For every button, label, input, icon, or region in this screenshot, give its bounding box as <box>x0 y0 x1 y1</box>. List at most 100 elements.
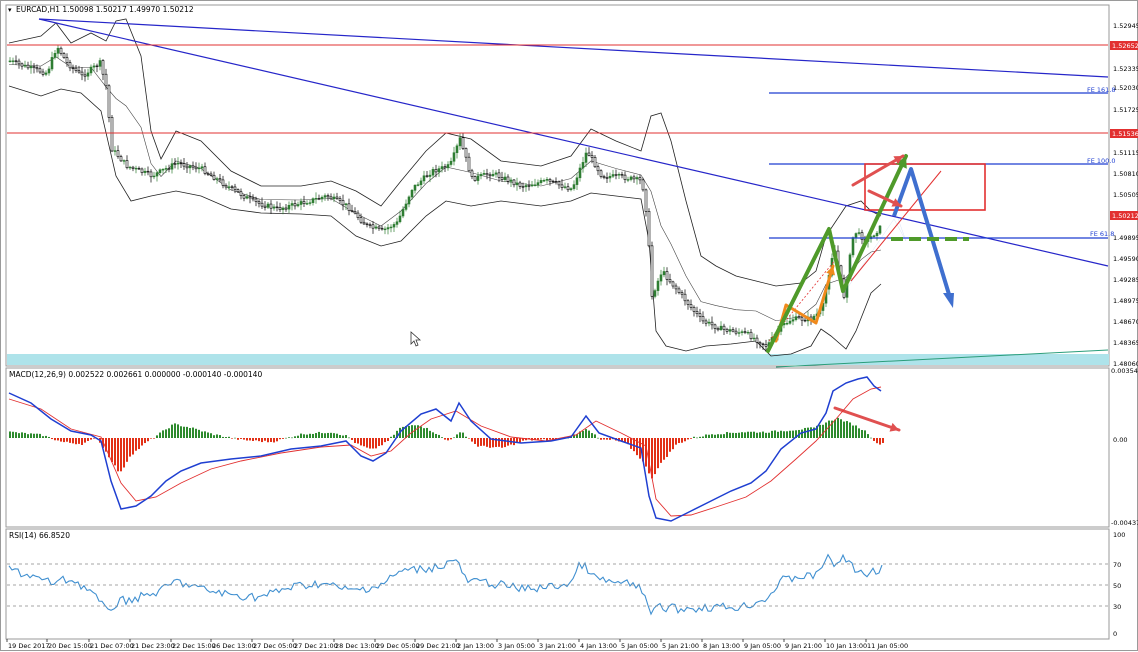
macd-panel[interactable] <box>6 368 1109 527</box>
macd-hist-negative <box>54 438 56 440</box>
macd-hist-positive <box>441 437 443 438</box>
candle-body <box>66 58 68 63</box>
candle-body <box>336 197 338 199</box>
macd-hist-positive <box>804 428 806 438</box>
macd-hist-positive <box>822 425 824 438</box>
macd-hist-positive <box>720 434 722 438</box>
candle-body <box>348 204 350 211</box>
macd-hist-positive <box>435 434 437 438</box>
macd-hist-positive <box>345 435 347 438</box>
macd-hist-positive <box>327 433 329 438</box>
macd-hist-positive <box>408 426 410 438</box>
macd-hist-positive <box>768 433 770 438</box>
candle-body <box>720 326 722 330</box>
candle-body <box>51 57 53 69</box>
macd-hist-negative <box>684 438 686 441</box>
candle-body <box>792 320 794 321</box>
candle-body <box>69 63 71 68</box>
candle-body <box>645 190 647 211</box>
macd-hist-negative <box>78 438 80 444</box>
candle-body <box>234 187 236 190</box>
time-label: 8 Jan 13:00 <box>703 642 740 650</box>
macd-hist-negative <box>645 438 647 467</box>
macd-hist-negative <box>360 438 362 445</box>
macd-hist-positive <box>459 432 461 438</box>
candle-body <box>477 176 479 181</box>
price-tag-label: 1.50212 <box>1112 212 1138 220</box>
candle-body <box>210 174 212 175</box>
macd-hist-negative <box>246 438 248 441</box>
candle-body <box>147 171 149 172</box>
candle-body <box>297 205 299 206</box>
candle-body <box>279 207 281 209</box>
macd-hist-negative <box>114 438 116 465</box>
candle-body <box>225 185 227 187</box>
macd-hist-positive <box>753 432 755 438</box>
candle-body <box>576 178 578 185</box>
candle-body <box>171 164 173 169</box>
rsi-scale-label: 30 <box>1113 603 1121 611</box>
macd-hist-positive <box>423 428 425 438</box>
macd-hist-negative <box>648 438 650 473</box>
candle-body <box>246 197 248 199</box>
candle-body <box>33 66 35 67</box>
candle-body <box>678 289 680 293</box>
candle-body <box>351 210 353 211</box>
candle-body <box>759 342 761 343</box>
macd-hist-positive <box>735 433 737 438</box>
macd-hist-positive <box>726 432 728 438</box>
candle-body <box>288 205 290 209</box>
candle-body <box>174 164 176 165</box>
candle-body <box>63 54 65 58</box>
candle-body <box>114 151 116 152</box>
candle-body <box>432 169 434 175</box>
candle-body <box>549 179 551 181</box>
candle-body <box>714 325 716 329</box>
candle-body <box>750 332 752 338</box>
macd-hist-positive <box>732 433 734 438</box>
candle-body <box>423 176 425 181</box>
macd-hist-positive <box>744 432 746 438</box>
macd-hist-positive <box>738 433 740 438</box>
fib-label-61: FE 61.8 <box>1090 230 1114 238</box>
macd-hist-negative <box>267 438 269 442</box>
price-tag-label: 1.51536 <box>1112 130 1138 138</box>
macd-hist-positive <box>165 429 167 438</box>
macd-hist-positive <box>168 428 170 438</box>
candle-body <box>663 271 665 274</box>
candle-body <box>852 238 854 255</box>
candle-body <box>525 186 527 187</box>
rsi-line <box>9 555 882 614</box>
macd-hist-positive <box>759 432 761 438</box>
macd-hist-positive <box>756 433 758 438</box>
macd-hist-negative <box>351 438 353 440</box>
chart-canvas[interactable]: ▾ EURCAD,H1 1.50098 1.50217 1.49970 1.50… <box>1 1 1138 652</box>
main-chart-panel[interactable] <box>6 5 1109 366</box>
macd-hist-positive <box>318 432 320 438</box>
macd-hist-positive <box>300 434 302 438</box>
macd-hist-negative <box>138 438 140 449</box>
arrow-blue <box>894 169 951 301</box>
time-label: 28 Dec 13:00 <box>335 642 379 650</box>
candle-body <box>498 173 500 177</box>
candle-body <box>717 328 719 329</box>
time-label: 9 Jan 05:00 <box>744 642 781 650</box>
macd-hist-negative <box>150 438 152 439</box>
candle-body <box>606 178 608 179</box>
candle-body <box>243 196 245 199</box>
candle-body <box>105 74 107 86</box>
candle-body <box>534 185 536 186</box>
candle-body <box>78 71 80 73</box>
price-label: 1.50810 <box>1113 170 1138 178</box>
macd-hist-positive <box>723 434 725 438</box>
macd-hist-negative <box>66 438 68 442</box>
candle-body <box>189 166 191 168</box>
macd-hist-negative <box>873 438 875 441</box>
drawn-objects[interactable] <box>7 19 1108 367</box>
chart-menu-icon[interactable]: ▾ <box>8 6 12 14</box>
candle-body <box>195 167 197 169</box>
candle-body <box>144 171 146 172</box>
candle-body <box>669 279 671 281</box>
price-label: 1.50505 <box>1113 191 1138 199</box>
candle-body <box>483 173 485 174</box>
